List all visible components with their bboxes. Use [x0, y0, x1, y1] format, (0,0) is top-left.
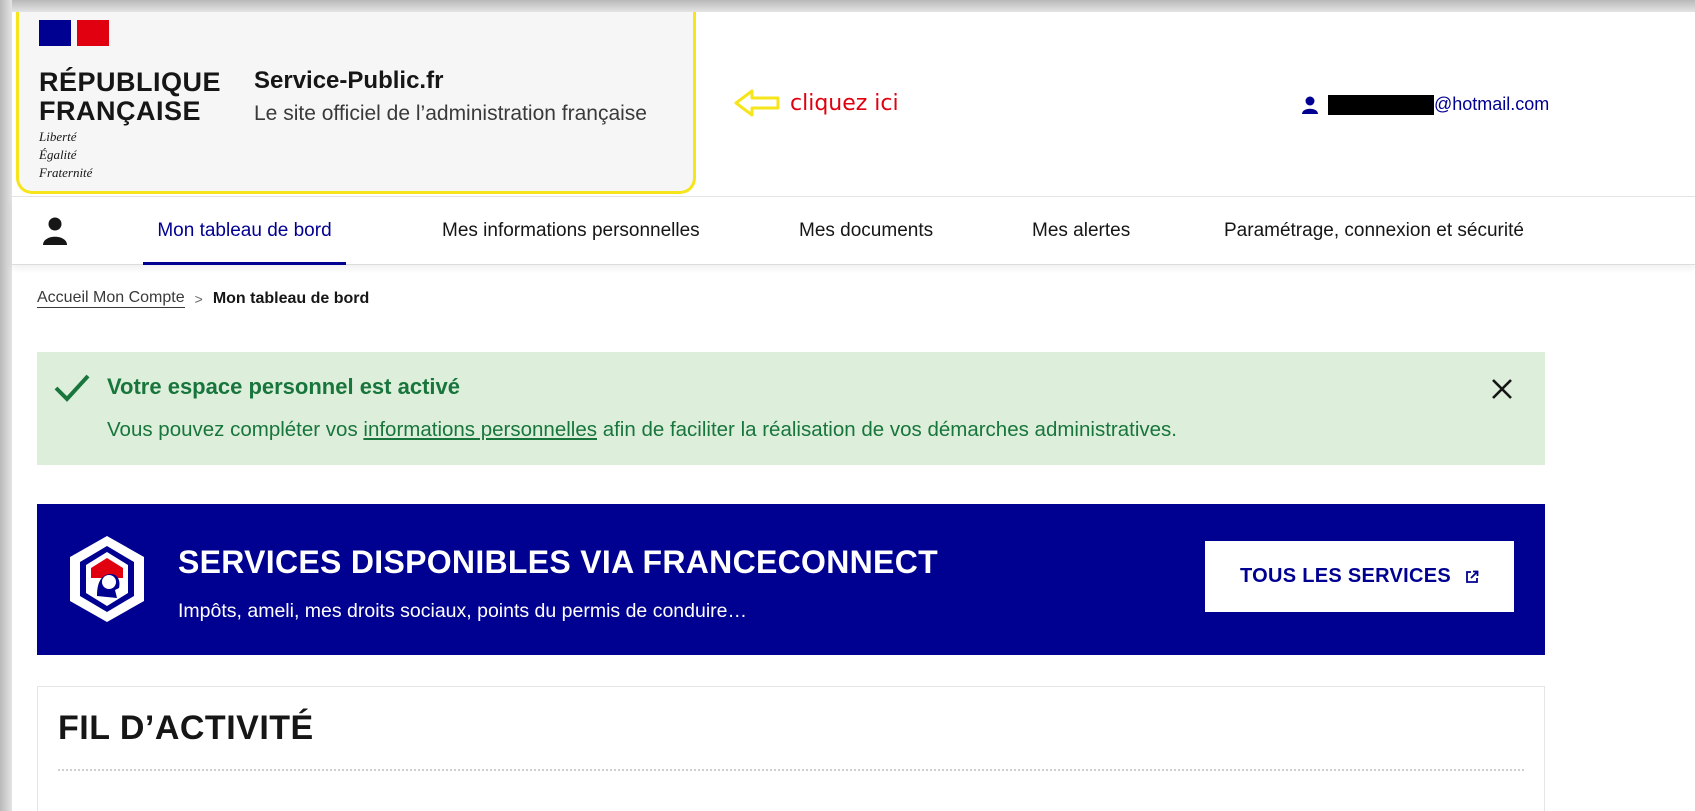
republic-line-1: RÉPUBLIQUE: [39, 67, 222, 97]
breadcrumb-separator: >: [194, 290, 203, 307]
alert-text-before: Vous pouvez compléter vos: [107, 418, 364, 441]
user-email: @hotmail.com: [1434, 94, 1550, 114]
banner-subtitle: Impôts, ameli, mes droits sociaux, point…: [178, 600, 747, 622]
checkmark-icon: [54, 374, 90, 402]
annotation-callout: cliquez ici: [734, 88, 899, 118]
breadcrumb: Accueil Mon Compte > Mon tableau de bord: [37, 289, 369, 308]
site-header: RÉPUBLIQUE FRANÇAISE Liberté Égalité Fra…: [12, 12, 1695, 197]
dotted-divider: [58, 769, 1524, 771]
success-alert: Votre espace personnel est activé Vous p…: [37, 352, 1545, 465]
alert-title: Votre espace personnel est activé: [107, 374, 460, 399]
nav-tab-parametrage[interactable]: Paramétrage, connexion et sécurité: [1224, 197, 1524, 265]
account-nav: Mon tableau de bord Mes informations per…: [12, 197, 1695, 265]
activity-title: FIL D’ACTIVITÉ: [58, 709, 314, 747]
alert-message: Vous pouvez compléter vos informations p…: [107, 418, 1177, 442]
banner-title: SERVICES DISPONIBLES VIA FRANCECONNECT: [178, 544, 938, 580]
annotation-text: cliquez ici: [790, 90, 899, 116]
site-tagline: Le site officiel de l’administration fra…: [254, 102, 647, 125]
close-icon[interactable]: [1489, 376, 1515, 402]
window-shadow-top: [0, 0, 1695, 12]
franceconnect-logo-icon: [70, 536, 144, 622]
motto-egalite: Égalité: [39, 147, 77, 162]
breadcrumb-current: Mon tableau de bord: [212, 289, 370, 307]
brand-block[interactable]: RÉPUBLIQUE FRANÇAISE Liberté Égalité Fra…: [16, 12, 696, 194]
marianne-flag-logo: [39, 20, 109, 46]
user-account-link[interactable]: @hotmail.com: [1302, 94, 1549, 115]
nav-tab-informations-personnelles[interactable]: Mes informations personnelles: [442, 197, 700, 265]
tous-les-services-label: TOUS LES SERVICES: [1239, 565, 1452, 587]
external-link-icon: [1466, 570, 1479, 583]
motto-fraternite: Fraternité: [39, 165, 93, 180]
tous-les-services-button[interactable]: TOUS LES SERVICES: [1205, 541, 1514, 612]
motto-liberte: Liberté: [39, 129, 77, 144]
user-icon: [1302, 96, 1318, 114]
nav-tab-documents[interactable]: Mes documents: [799, 197, 933, 265]
activity-feed: FIL D’ACTIVITÉ: [37, 686, 1545, 811]
site-name[interactable]: Service-Public.fr: [254, 67, 443, 95]
breadcrumb-parent-link[interactable]: Accueil Mon Compte: [37, 289, 185, 308]
account-user-icon: [43, 217, 67, 245]
window-shadow-left: [0, 0, 12, 811]
informations-personnelles-link[interactable]: informations personnelles: [363, 418, 597, 441]
nav-tab-tableau-de-bord[interactable]: Mon tableau de bord: [143, 197, 346, 265]
redacted-email: [1328, 94, 1434, 115]
motto: Liberté Égalité Fraternité: [39, 128, 92, 182]
republique-francaise-logo: RÉPUBLIQUE FRANÇAISE: [39, 68, 221, 126]
republic-line-2: FRANÇAISE: [39, 96, 202, 126]
nav-tab-alertes[interactable]: Mes alertes: [1032, 197, 1130, 265]
franceconnect-banner: SERVICES DISPONIBLES VIA FRANCECONNECT I…: [37, 504, 1545, 655]
arrow-left-icon: [734, 89, 780, 117]
alert-text-after: afin de faciliter la réalisation de vos …: [597, 418, 1177, 441]
